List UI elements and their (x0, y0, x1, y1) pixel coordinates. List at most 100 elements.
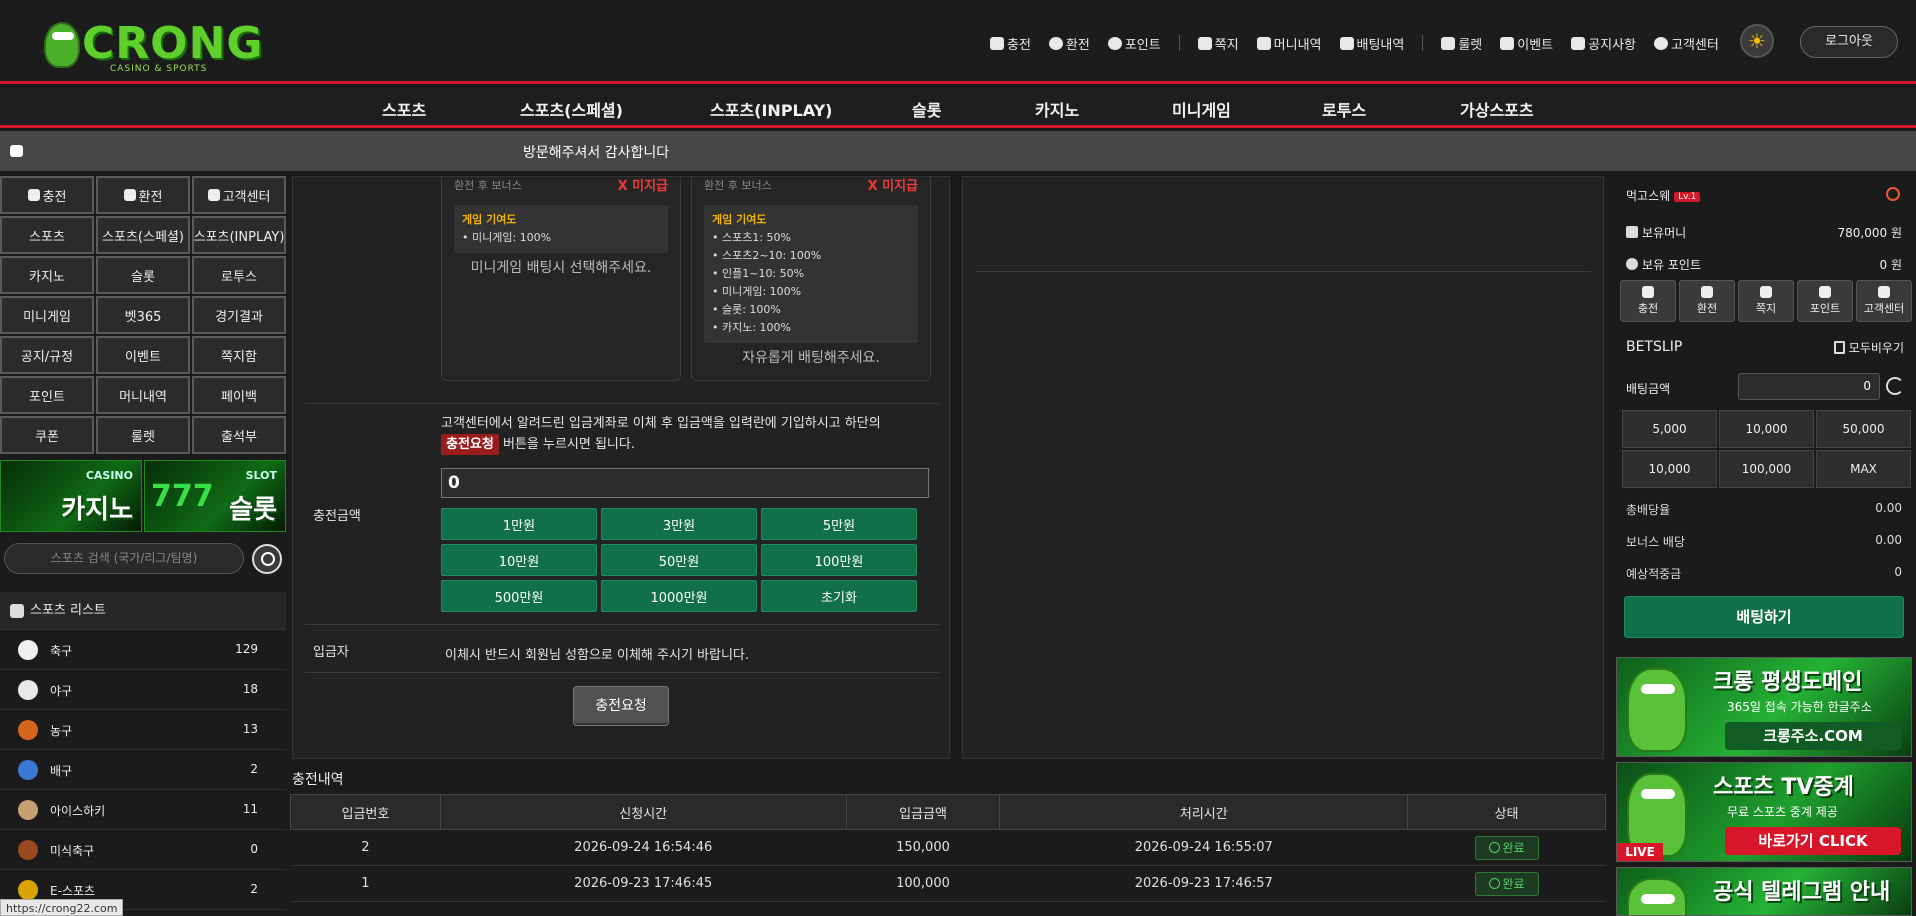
nav-lotus[interactable]: 로투스 (1322, 97, 1366, 121)
quick-coupon[interactable]: 쿠폰 (0, 416, 94, 454)
top-link-point[interactable]: 포인트 (1107, 34, 1161, 53)
quick-slot[interactable]: 슬롯 (96, 256, 190, 294)
amount-1m-button[interactable]: 100만원 (761, 544, 917, 576)
divider (975, 271, 1591, 272)
right-message-button[interactable]: 쪽지 (1738, 280, 1794, 322)
amount-500k-button[interactable]: 50만원 (601, 544, 757, 576)
quick-attendance[interactable]: 출석부 (192, 416, 286, 454)
domain-ad-banner[interactable]: 크롱 평생도메인 365일 접속 가능한 한글주소 크롱주소.COM (1616, 657, 1912, 757)
top-link-money-history[interactable]: 머니내역 (1256, 34, 1322, 53)
chip-max[interactable]: MAX (1816, 450, 1911, 488)
quick-event[interactable]: 이벤트 (96, 336, 190, 374)
quick-sports-special[interactable]: 스포츠(스페셜) (96, 216, 190, 254)
bonus-odds-row: 보너스 배당 0.00 (1626, 533, 1902, 549)
quick-menu-grid: 충전 환전 고객센터 스포츠 스포츠(스페셜) 스포츠(INPLAY) 카지노 … (0, 176, 286, 454)
status-bar-url: https://crong22.com (0, 899, 124, 916)
chip-5000[interactable]: 5,000 (1622, 410, 1717, 448)
quick-minigame[interactable]: 미니게임 (0, 296, 94, 334)
theme-toggle-sun-icon[interactable]: ☀ (1740, 24, 1774, 58)
quick-results[interactable]: 경기결과 (192, 296, 286, 334)
right-support-button[interactable]: 고객센터 (1856, 280, 1912, 322)
telegram-ad-banner[interactable]: 공식 텔레그램 안내 (1616, 867, 1912, 916)
bonus-card-all[interactable]: 환전 후 보너스 X 미지급 게임 기여도 • 스포츠1: 50% • 스포츠2… (691, 177, 931, 381)
card-icon (990, 36, 1004, 50)
amount-50k-button[interactable]: 5만원 (761, 508, 917, 540)
chip-50000[interactable]: 50,000 (1816, 410, 1911, 448)
chip-10000-b[interactable]: 10,000 (1622, 450, 1717, 488)
sports-list-item[interactable]: 미식축구 0 (0, 830, 286, 870)
clear-all-button[interactable]: 모두비우기 (1833, 339, 1904, 356)
amount-input[interactable]: 0 (441, 468, 929, 498)
frog-mascot-icon (1627, 668, 1687, 752)
nav-sports-inplay[interactable]: 스포츠(INPLAY) (710, 97, 833, 121)
sports-list-item[interactable]: 농구 13 (0, 710, 286, 750)
live-badge: LIVE (1617, 843, 1663, 861)
right-point-button[interactable]: 포인트 (1797, 280, 1853, 322)
top-link-charge[interactable]: 충전 (990, 34, 1031, 53)
envelope-icon (1760, 286, 1772, 298)
power-icon[interactable] (1886, 187, 1900, 201)
tv-ad-banner[interactable]: 스포츠 TV중계 무료 스포츠 중계 제공 바로가기 CLICK LIVE (1616, 762, 1912, 862)
chip-10000[interactable]: 10,000 (1719, 410, 1814, 448)
card-icon (1642, 286, 1654, 298)
quick-point[interactable]: 포인트 (0, 376, 94, 414)
place-bet-button[interactable]: 배팅하기 (1624, 596, 1904, 638)
refresh-icon[interactable] (1886, 377, 1904, 395)
amount-100k-button[interactable]: 10만원 (441, 544, 597, 576)
logout-button[interactable]: 로그아웃 (1800, 26, 1898, 58)
quick-money-history[interactable]: 머니내역 (96, 376, 190, 414)
amount-10k-button[interactable]: 1만원 (441, 508, 597, 540)
amount-30k-button[interactable]: 3만원 (601, 508, 757, 540)
frog-mascot-icon (44, 22, 80, 68)
right-charge-button[interactable]: 충전 (1620, 280, 1676, 322)
game-banners: CASINO 카지노 777 SLOT 슬롯 (0, 460, 286, 532)
slot-banner[interactable]: 777 SLOT 슬롯 (144, 460, 286, 532)
depositor-label: 입금자 (313, 645, 349, 660)
amount-5m-button[interactable]: 500만원 (441, 580, 597, 612)
sport-ball-icon (18, 840, 38, 860)
top-link-event[interactable]: 이벤트 (1500, 34, 1553, 53)
quick-payback[interactable]: 페이백 (192, 376, 286, 414)
bet-amount-input[interactable]: 0 (1738, 373, 1880, 400)
quick-exchange[interactable]: 환전 (96, 176, 190, 214)
charge-request-tag: 충전요청 (441, 434, 499, 455)
top-link-exchange[interactable]: 환전 (1048, 34, 1090, 53)
quick-bet365[interactable]: 벳365 (96, 296, 190, 334)
sports-search-input[interactable]: 스포츠 검색 (국가/리그/팀명) (4, 543, 244, 574)
top-link-message[interactable]: 쪽지 (1197, 34, 1239, 53)
top-link-roulette[interactable]: 룰렛 (1441, 34, 1482, 53)
quick-support[interactable]: 고객센터 (192, 176, 286, 214)
top-link-support[interactable]: 고객센터 (1654, 34, 1719, 53)
bonus-card-minigame[interactable]: 환전 후 보너스 X 미지급 게임 기여도 • 미니게임: 100% 미니게임 … (441, 177, 681, 381)
charge-request-button[interactable]: 충전요청 (573, 686, 669, 726)
quick-inbox[interactable]: 쪽지함 (192, 336, 286, 374)
sports-list-item[interactable]: 축구 129 (0, 630, 286, 670)
quick-lotus[interactable]: 로투스 (192, 256, 286, 294)
nav-sports-special[interactable]: 스포츠(스페셜) (520, 97, 623, 121)
quick-sports-inplay[interactable]: 스포츠(INPLAY) (192, 216, 286, 254)
nav-slot[interactable]: 슬롯 (912, 97, 941, 121)
top-link-notice[interactable]: 공지사항 (1571, 34, 1636, 53)
quick-sports[interactable]: 스포츠 (0, 216, 94, 254)
nav-casino[interactable]: 카지노 (1035, 97, 1079, 121)
right-exchange-button[interactable]: 환전 (1679, 280, 1735, 322)
nav-sports[interactable]: 스포츠 (382, 97, 426, 121)
quick-casino[interactable]: 카지노 (0, 256, 94, 294)
chip-100000[interactable]: 100,000 (1719, 450, 1814, 488)
list-icon (1339, 36, 1354, 50)
quick-charge[interactable]: 충전 (0, 176, 94, 214)
casino-banner[interactable]: CASINO 카지노 (0, 460, 142, 532)
site-logo[interactable]: CRONG CASINO & SPORTS (44, 14, 263, 76)
amount-reset-button[interactable]: 초기화 (761, 580, 917, 612)
nav-minigame[interactable]: 미니게임 (1172, 97, 1231, 121)
quick-notice-rules[interactable]: 공지/규정 (0, 336, 94, 374)
status-badge: 완료 (1474, 835, 1539, 860)
amount-10m-button[interactable]: 1000만원 (601, 580, 757, 612)
quick-roulette[interactable]: 룰렛 (96, 416, 190, 454)
sports-list-item[interactable]: 야구 18 (0, 670, 286, 710)
sports-list-item[interactable]: 아이스하키 11 (0, 790, 286, 830)
nav-virtual-sports[interactable]: 가상스포츠 (1460, 97, 1534, 121)
sports-list-item[interactable]: 배구 2 (0, 750, 286, 790)
top-link-bet-history[interactable]: 배팅내역 (1339, 34, 1404, 53)
search-icon[interactable] (252, 544, 282, 574)
